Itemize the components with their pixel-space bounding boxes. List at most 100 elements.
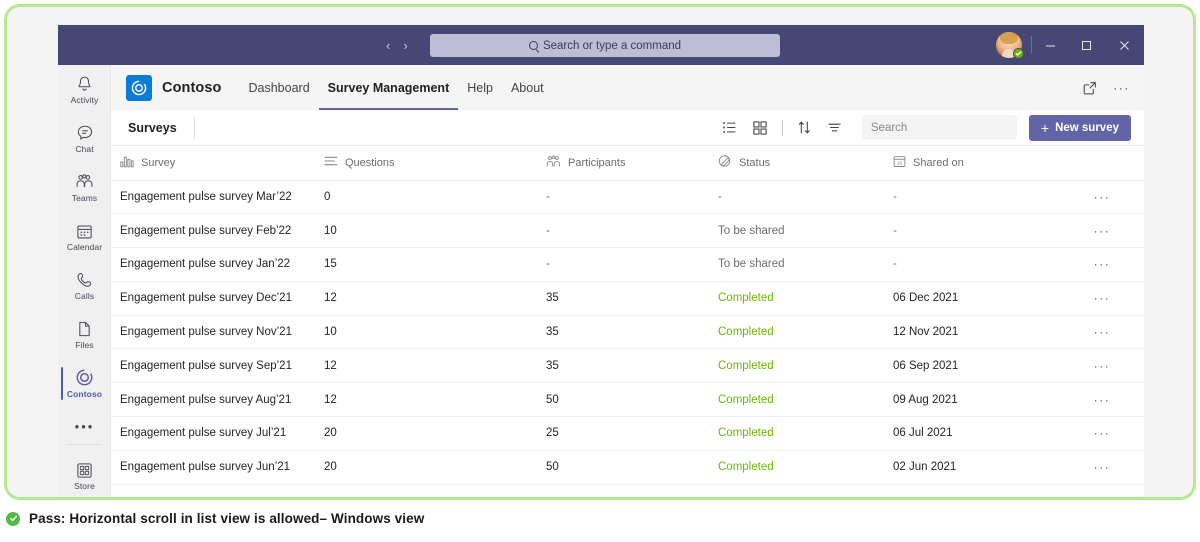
list-view-icon[interactable] xyxy=(715,115,745,141)
status-badge: Completed xyxy=(718,450,893,485)
cell-questions-text: 10 xyxy=(324,224,337,237)
cell-questions: 0 xyxy=(324,180,546,215)
row-more-actions-button[interactable]: ··· xyxy=(1060,247,1144,282)
app-nav: Dashboard Survey Management Help About xyxy=(240,65,553,110)
cell-participants: 35 xyxy=(546,348,718,384)
sort-icon[interactable] xyxy=(790,115,820,141)
minimize-icon xyxy=(1045,45,1055,46)
sidebar-item-contoso[interactable]: Contoso xyxy=(58,359,111,408)
cell-survey-name-text: Engagement pulse survey Feb’22 xyxy=(120,224,292,237)
cell-participants-text: - xyxy=(546,190,550,203)
new-survey-button[interactable]: + New survey xyxy=(1028,114,1131,141)
sidebar-item-calendar[interactable]: Calendar xyxy=(58,212,111,261)
more-options-icon[interactable]: ··· xyxy=(1113,81,1130,95)
maximize-button[interactable] xyxy=(1068,25,1104,65)
cell-participants: - xyxy=(546,247,718,282)
table-row[interactable]: Engagement pulse survey Jul’21 20 25 Comple… xyxy=(111,416,1144,451)
table-row[interactable]: Engagement pulse survey Nov’21 10 35 Comple… xyxy=(111,315,1144,350)
row-more-actions-button[interactable]: ··· xyxy=(1060,450,1144,485)
row-more-actions-button[interactable]: ··· xyxy=(1060,180,1144,215)
contoso-logo-icon xyxy=(126,74,152,101)
cell-questions: 10 xyxy=(324,315,546,350)
status-badge: To be shared xyxy=(718,213,893,249)
back-arrow-icon[interactable]: ‹ xyxy=(386,39,390,52)
global-command-bar[interactable]: Search or type a command xyxy=(430,34,780,57)
status-badge-text: To be shared xyxy=(718,224,785,237)
column-header-shared-on[interactable]: 18 Shared on xyxy=(893,146,1060,181)
pencil-icon xyxy=(718,154,732,171)
cell-survey-name-text: Engagement pulse survey Dec’21 xyxy=(120,292,292,305)
cell-survey-name: Engagement pulse survey Aug’21 xyxy=(111,382,324,418)
command-bar-placeholder: Search or type a command xyxy=(542,39,682,52)
column-header-status[interactable]: Status xyxy=(718,146,893,181)
search-input[interactable] xyxy=(861,115,1017,140)
sidebar-item-label: Teams xyxy=(71,193,98,203)
tab-survey-management[interactable]: Survey Management xyxy=(318,65,459,110)
status-badge-text: - xyxy=(718,190,722,203)
more-actions-icon: ··· xyxy=(1093,189,1111,204)
table-row[interactable]: Engagement pulse survey Feb’22 10 - To be s… xyxy=(111,213,1144,249)
close-button[interactable] xyxy=(1104,25,1144,65)
status-badge-text: Completed xyxy=(718,393,774,406)
row-more-actions-button[interactable]: ··· xyxy=(1060,348,1144,384)
status-badge-text: Completed xyxy=(718,427,774,440)
more-actions-icon: ··· xyxy=(1093,257,1111,272)
sidebar-item-files[interactable]: Files xyxy=(58,310,111,359)
cell-shared-on-text: - xyxy=(893,258,897,271)
cell-questions: 20 xyxy=(324,450,546,485)
app-header: Contoso Dashboard Survey Management Help… xyxy=(111,65,1144,110)
table-row[interactable]: Engagement pulse survey Jun’21 20 50 Comple… xyxy=(111,450,1144,485)
app-brand-name: Contoso xyxy=(162,79,222,96)
sidebar-item-teams[interactable]: Teams xyxy=(58,163,111,212)
column-header-participants[interactable]: Participants xyxy=(546,146,718,181)
column-header-questions[interactable]: Questions xyxy=(324,146,546,181)
cell-questions-text: 12 xyxy=(324,393,337,406)
row-more-actions-button[interactable]: ··· xyxy=(1060,315,1144,350)
cell-shared-on-text: - xyxy=(893,190,897,203)
more-actions-icon: ··· xyxy=(1093,426,1111,441)
cell-shared-on: 12 Nov 2021 xyxy=(893,315,1060,350)
column-label: Shared on xyxy=(913,156,964,169)
sidebar-item-chat[interactable]: Chat xyxy=(58,114,111,163)
cell-survey-name: Engagement pulse survey Jul’21 xyxy=(111,416,324,451)
table-row[interactable]: Engagement pulse survey Mar’22 0 - - - ··· xyxy=(111,180,1144,215)
minimize-button[interactable] xyxy=(1032,25,1068,65)
grid-view-icon[interactable] xyxy=(745,115,775,141)
row-more-actions-button[interactable]: ··· xyxy=(1060,213,1144,249)
pass-check-icon xyxy=(6,511,20,526)
status-badge: Completed xyxy=(718,416,893,451)
tab-help[interactable]: Help xyxy=(458,65,502,110)
table-row[interactable]: Engagement pulse survey Dec’21 12 35 Comple… xyxy=(111,281,1144,316)
row-more-actions-button[interactable]: ··· xyxy=(1060,382,1144,418)
cell-survey-name: Engagement pulse survey Nov’21 xyxy=(111,315,324,350)
table-row[interactable]: Engagement pulse survey Sep’21 12 35 Comple… xyxy=(111,348,1144,384)
lines-icon xyxy=(324,155,338,170)
tab-dashboard[interactable]: Dashboard xyxy=(240,65,319,110)
pop-out-icon[interactable] xyxy=(1083,81,1097,95)
table-row[interactable]: Engagement pulse survey Jan’22 15 - To be s… xyxy=(111,247,1144,282)
filter-icon[interactable] xyxy=(820,115,850,141)
more-actions-icon: ··· xyxy=(1093,223,1111,238)
tab-about[interactable]: About xyxy=(502,65,553,110)
table-body: Engagement pulse survey Mar’22 0- - - ··· Eng… xyxy=(111,180,1144,485)
row-more-actions-button[interactable]: ··· xyxy=(1060,416,1144,451)
table-row[interactable]: Engagement pulse survey Aug’21 12 50 Comple… xyxy=(111,382,1144,418)
sidebar-item-calls[interactable]: Calls xyxy=(58,261,111,310)
cell-participants-text: - xyxy=(546,224,550,237)
sidebar-item-activity[interactable]: Activity xyxy=(58,65,111,114)
sidebar-more-apps-button[interactable]: ••• xyxy=(58,408,111,444)
contoso-swirl-icon xyxy=(75,368,94,387)
sidebar-item-store[interactable]: Store xyxy=(58,451,111,497)
column-header-survey[interactable]: Survey xyxy=(111,146,324,181)
cell-questions: 15 xyxy=(324,247,546,282)
cell-shared-on: - xyxy=(893,213,1060,249)
cell-shared-on: 06 Sep 2021 xyxy=(893,348,1060,384)
cell-questions: 12 xyxy=(324,382,546,418)
cell-shared-on: 02 Jun 2021 xyxy=(893,450,1060,485)
window-controls xyxy=(1032,25,1144,65)
surveys-table-scroll[interactable]: Survey Questions Participants Status 18 … xyxy=(111,146,1144,497)
cell-survey-name: Engagement pulse survey Sep’21 xyxy=(111,348,324,384)
row-more-actions-button[interactable]: ··· xyxy=(1060,281,1144,316)
avatar[interactable] xyxy=(996,32,1024,59)
forward-arrow-icon[interactable]: › xyxy=(403,39,407,52)
